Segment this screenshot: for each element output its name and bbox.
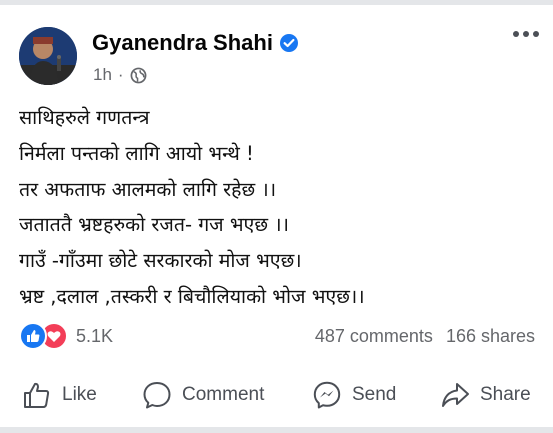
post-line: साथिहरुले गणतन्त्र <box>19 106 150 129</box>
share-label: Share <box>480 384 531 405</box>
more-options-icon[interactable] <box>513 31 539 37</box>
post-body: साथिहरुले गणतन्त्र निर्मला पन्तको लागि आ… <box>19 100 365 315</box>
comment-bubble-icon <box>143 382 171 409</box>
shares-count[interactable]: 166 shares <box>446 326 535 347</box>
avatar-photo <box>19 27 77 85</box>
engagement-counts: 487 comments 166 shares <box>315 326 535 347</box>
post-line: तर अफताफ आलमको लागि रहेछ ।। <box>19 177 277 201</box>
more-dot <box>513 31 519 37</box>
comment-label: Comment <box>182 384 265 405</box>
author-avatar[interactable] <box>19 27 77 85</box>
post-time[interactable]: 1h <box>93 65 112 85</box>
post-card: Gyanendra Shahi 1h · साथिहरुले गणतन्त्र … <box>0 5 553 427</box>
more-dot <box>523 31 529 37</box>
like-label: Like <box>62 384 97 405</box>
like-reaction-icon <box>19 322 47 350</box>
globe-icon <box>130 67 147 83</box>
comment-button[interactable]: Comment <box>142 380 264 410</box>
author-name-row: Gyanendra Shahi <box>92 30 299 56</box>
send-button[interactable]: Send <box>312 380 396 410</box>
reactions-count: 5.1K <box>76 325 114 346</box>
post-line: गाउँ -गाँउमा छोटे सरकारको मोज भएछ। <box>19 249 302 273</box>
post-meta: 1h · <box>93 65 147 85</box>
thumbs-up-icon <box>24 382 50 408</box>
messenger-icon <box>313 381 341 409</box>
post-line: जताततै भ्रष्टहरुको रजत- गज भएछ ।। <box>19 213 289 237</box>
author-name[interactable]: Gyanendra Shahi <box>92 30 273 56</box>
post-line: भ्रष्ट ,दलाल ,तस्करी र बिचौलियाको भोज भए… <box>19 284 365 308</box>
comments-count[interactable]: 487 comments <box>315 326 433 347</box>
send-label: Send <box>352 384 397 405</box>
post-line: निर्मला पन्तको लागि आयो भन्थे ! <box>19 141 254 165</box>
action-bar: Like Comment Send Share <box>0 372 553 416</box>
share-button[interactable]: Share <box>440 380 531 410</box>
verified-badge-icon <box>279 34 298 52</box>
share-arrow-icon <box>442 383 469 407</box>
post-stats: 5.1K 487 comments 166 shares <box>19 321 535 351</box>
more-dot <box>533 31 539 37</box>
meta-separator: · <box>117 65 124 84</box>
like-button[interactable]: Like <box>22 380 97 410</box>
reactions-summary[interactable]: 5.1K <box>19 322 113 350</box>
